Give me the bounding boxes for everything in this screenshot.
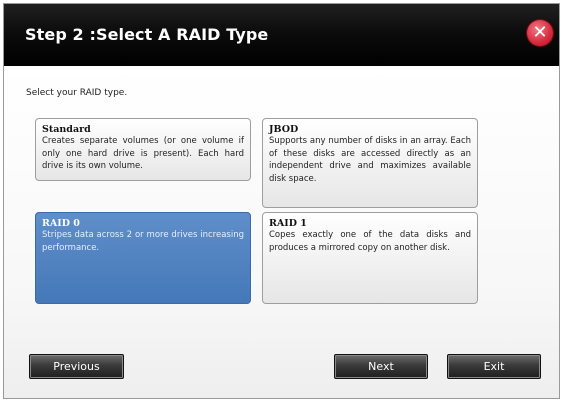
option-description: Supports any number of disks in an array… [269,136,471,184]
raid-option-jbod[interactable]: JBOD Supports any number of disks in an … [262,118,478,208]
option-description: Copes exactly one of the data disks and … [269,230,471,253]
option-name: RAID 0 [42,218,80,229]
raid-option-raid1[interactable]: RAID 1 Copes exactly one of the data dis… [262,212,478,304]
dialog-content: Select your RAID type. Standard Creates … [4,66,559,398]
raid-option-raid0[interactable]: RAID 0 Stripes data across 2 or more dri… [35,212,251,304]
option-description: Stripes data across 2 or more drives inc… [42,230,244,253]
raid-option-standard[interactable]: Standard Creates separate volumes (or on… [35,118,251,181]
option-name: RAID 1 [269,218,307,229]
exit-button[interactable]: Exit [447,354,541,379]
close-icon[interactable]: ✕ [527,20,553,46]
instruction-text: Select your RAID type. [26,88,128,98]
previous-button[interactable]: Previous [29,354,124,379]
raid-wizard-dialog: Step 2 :Select A RAID Type ✕ Select your… [3,3,560,399]
option-description: Creates separate volumes (or one volume … [42,136,244,171]
option-name: Standard [42,124,91,135]
dialog-title: Step 2 :Select A RAID Type [25,25,269,44]
title-bar: Step 2 :Select A RAID Type ✕ [4,4,559,66]
next-button[interactable]: Next [334,354,428,379]
option-name: JBOD [269,124,299,135]
